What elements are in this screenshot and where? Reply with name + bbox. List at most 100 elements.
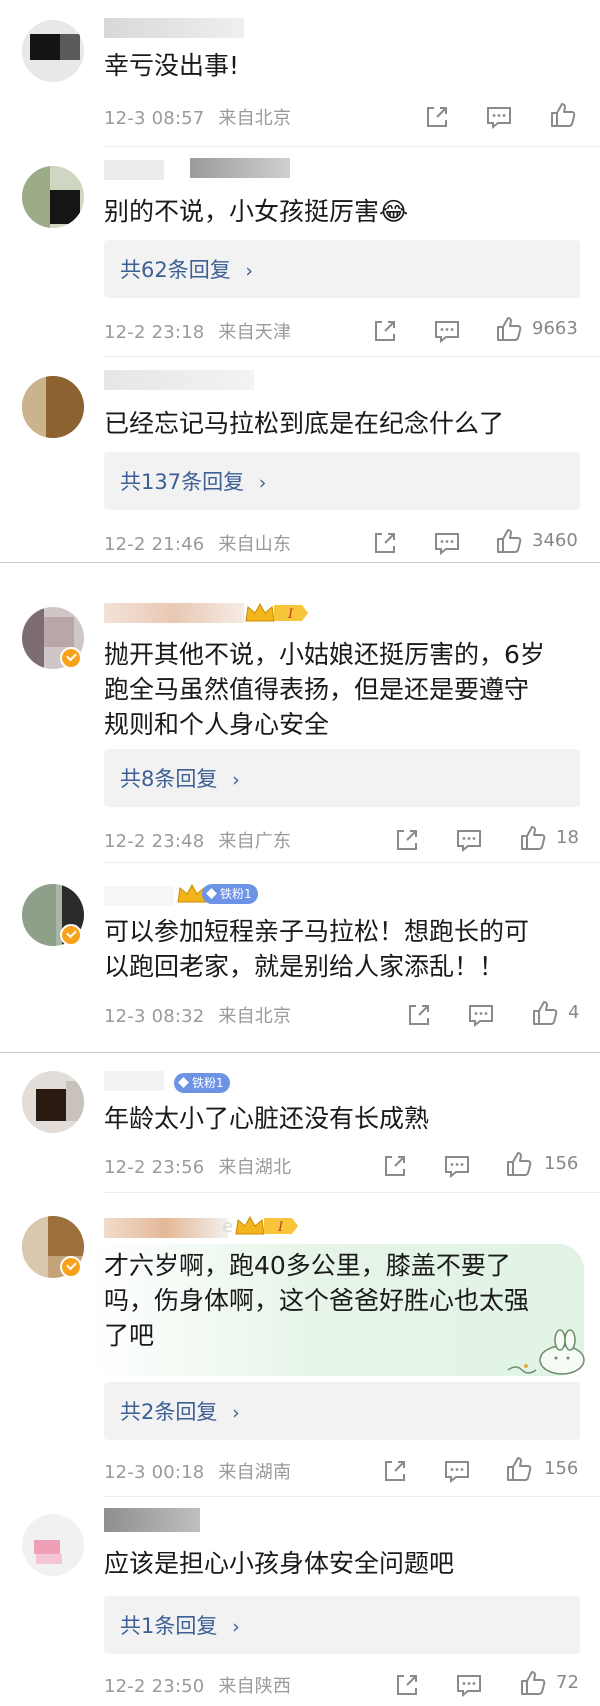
like-count: 72 [556,1672,579,1693]
comment-text: 可以参加短程亲子马拉松！想跑长的可 以跑回老家，就是别给人家添乱！！ [104,914,574,984]
comment-meta: 12-2 23:48 来自广东 [104,827,291,853]
comment-meta: 12-2 23:18 来自天津 [104,318,291,344]
comment-location: 来自北京 [218,108,292,129]
chevron-right-icon: › [258,472,267,494]
comment-time: 12-3 00:18 [104,1462,205,1483]
like-count: 156 [544,1153,579,1174]
username-blurred[interactable] [104,1508,200,1532]
comment-location: 来自天津 [218,322,292,343]
diamond-icon [178,1077,189,1088]
share-icon[interactable] [380,1151,410,1181]
share-icon[interactable] [422,102,452,132]
avatar[interactable] [22,20,84,82]
comment-text-line: 跑全马虽然值得表扬，但是还是要遵守 [104,675,530,704]
fan-level-text: 铁粉1 [192,1076,224,1090]
divider [104,146,600,147]
comment-icon[interactable] [454,825,484,855]
thumbs-up-icon[interactable] [548,100,578,130]
like-count: 18 [556,827,579,848]
member-level-badge-icon: I [235,1215,298,1235]
comment-icon[interactable] [454,1670,484,1700]
share-icon[interactable] [404,1000,434,1030]
username-blurred[interactable] [104,18,244,38]
comment-time: 12-2 21:46 [104,534,205,555]
thumbs-up-icon[interactable] [494,314,524,344]
comment-location: 来自湖南 [218,1462,292,1483]
username-blurred[interactable] [104,603,244,623]
comment-feed: { "comments": [ {"text": "幸亏没出事!", "time… [0,0,600,1706]
comment-text-line: 抛开其他不说，小姑娘还挺厉害的，6岁 [104,640,545,669]
divider [104,356,600,357]
comment-text-line: 规则和个人身心安全 [104,710,330,739]
comment-meta: 12-3 08:32 来自北京 [104,1002,291,1028]
comment-icon[interactable] [442,1456,472,1486]
comment-time: 12-2 23:18 [104,322,205,343]
username-blurred[interactable] [104,1071,164,1091]
divider [104,1496,600,1497]
comment-icon[interactable] [432,316,462,346]
thumbs-up-icon[interactable] [504,1454,534,1484]
member-level-badge-icon: I [245,602,308,622]
comment-icon[interactable] [484,102,514,132]
comment-text: 应该是担心小孩身体安全问题吧 [104,1549,455,1578]
comment-icon[interactable] [442,1151,472,1181]
reply-count: 共8条回复 [120,767,218,791]
reply-count: 共2条回复 [120,1400,218,1424]
share-icon[interactable] [392,825,422,855]
comment-text: 抛开其他不说，小姑娘还挺厉害的，6岁 跑全马虽然值得表扬，但是还是要遵守 规则和… [104,637,574,742]
comment-location: 来自湖北 [218,1157,292,1178]
verified-badge-icon [60,1256,82,1278]
comment-text-line: 才六岁啊，跑40多公里，膝盖不要了 [104,1251,511,1280]
comment-text: 年龄太小了心脏还没有长成熟 [104,1104,430,1133]
share-icon[interactable] [392,1670,422,1700]
comment-location: 来自山东 [218,534,292,555]
like-count: 3460 [532,530,578,551]
fan-level-badge: 铁粉1 [202,884,258,904]
avatar[interactable] [22,1514,84,1576]
comment-time: 12-3 08:57 [104,108,205,129]
screenshot-divider [0,1052,600,1053]
thumbs-up-icon[interactable] [518,823,548,853]
username-blurred[interactable] [104,370,254,390]
divider [104,862,600,863]
avatar[interactable] [22,1071,84,1133]
username-blurred[interactable] [104,886,174,906]
chevron-right-icon: › [232,769,240,791]
avatar[interactable] [22,376,84,438]
thumbs-up-icon[interactable] [530,998,560,1028]
comment-text: 幸亏没出事! [104,51,240,80]
comment-location: 来自北京 [218,1006,292,1027]
avatar[interactable] [22,166,84,228]
reply-count-link[interactable]: 共1条回复 › [104,1596,580,1654]
thumbs-up-icon[interactable] [494,526,524,556]
reply-count-link[interactable]: 共137条回复 › [104,452,580,510]
comment-icon[interactable] [466,1000,496,1030]
comment-location: 来自广东 [218,831,292,852]
divider [104,1192,600,1193]
reply-count-link[interactable]: 共62条回复 › [104,240,580,298]
comment-time: 12-2 23:48 [104,831,205,852]
comment-text-line: 了吧 [104,1321,155,1350]
share-icon[interactable] [380,1456,410,1486]
fan-level-badge: 铁粉1 [174,1073,230,1093]
username-blurred[interactable] [104,1218,228,1238]
share-icon[interactable] [370,316,400,346]
chevron-right-icon: › [245,260,254,282]
chevron-right-icon: › [232,1616,240,1638]
thumbs-up-icon[interactable] [504,1149,534,1179]
verified-badge-icon [60,647,82,669]
comment-meta: 12-3 08:57 来自北京 [104,104,291,130]
comment-icon[interactable] [432,528,462,558]
screenshot-divider [0,562,600,563]
comment-time: 12-3 08:32 [104,1006,205,1027]
reply-count: 共62条回复 [120,258,231,282]
diamond-icon [206,888,217,899]
comment-text-line: 吗，伤身体啊，这个爸爸好胜心也太强 [104,1286,530,1315]
username-blurred[interactable] [104,160,164,180]
thumbs-up-icon[interactable] [518,1668,548,1698]
share-icon[interactable] [370,528,400,558]
reply-count: 共137条回复 [120,470,245,494]
reply-count-link[interactable]: 共2条回复 › [104,1382,580,1440]
reply-count-link[interactable]: 共8条回复 › [104,749,580,807]
level-text: I [287,607,294,622]
